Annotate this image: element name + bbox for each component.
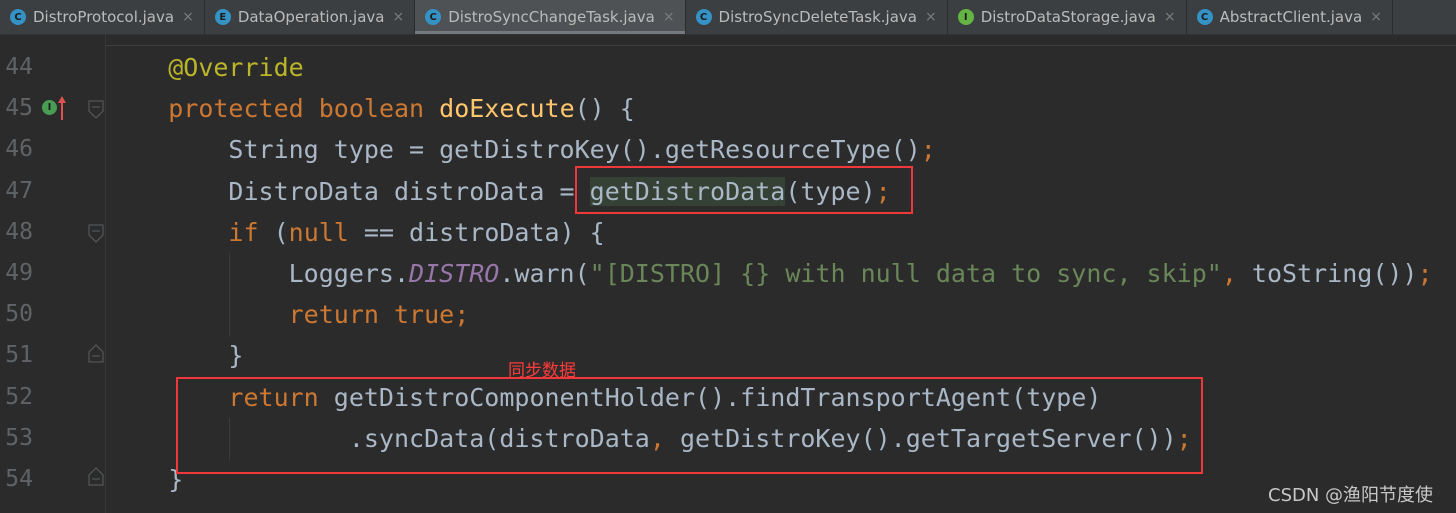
fold-icon[interactable] xyxy=(88,343,104,363)
enum-icon: E xyxy=(214,9,231,25)
code-token: protected xyxy=(168,94,319,124)
line-number: 44 xyxy=(5,54,33,80)
interface-icon: I xyxy=(957,9,974,25)
code-text: String type = getDistroKey().getResource… xyxy=(108,129,936,170)
close-tab-icon[interactable]: × xyxy=(663,9,675,25)
highlight-box-get-distro-data xyxy=(575,166,913,214)
code-text: } xyxy=(108,459,183,500)
code-line[interactable]: 48 if (null == distroData) { xyxy=(0,212,1456,253)
watermark: CSDN @渔阳节度使 xyxy=(1268,485,1434,506)
fold-icon[interactable] xyxy=(88,466,104,486)
tab-abstractclient[interactable]: C AbstractClient.java × xyxy=(1187,0,1393,34)
code-text: Loggers.DISTRO.warn("[DISTRO] {} with nu… xyxy=(108,253,1433,294)
code-token: ( xyxy=(273,217,289,247)
tab-label: DataOperation.java xyxy=(237,8,385,26)
fold-icon[interactable] xyxy=(88,224,104,243)
line-number: 49 xyxy=(5,260,33,286)
tab-distroprotocol[interactable]: C DistroProtocol.java × xyxy=(0,0,205,34)
highlight-box-sync-data xyxy=(176,377,1203,474)
close-tab-icon[interactable]: × xyxy=(392,9,404,25)
tab-distrosyncchangetask[interactable]: C DistroSyncChangeTask.java × xyxy=(415,0,686,34)
code-token: "[DISTRO] {} with null data to sync, ski… xyxy=(589,259,1222,288)
code-text: } xyxy=(108,335,243,376)
line-number: 54 xyxy=(5,466,33,492)
code-token: } xyxy=(108,465,184,494)
code-text: if (null == distroData) { xyxy=(108,212,605,253)
code-token: ; xyxy=(920,135,936,165)
fold-icon[interactable] xyxy=(88,100,104,119)
tab-label: AbstractClient.java xyxy=(1219,8,1363,26)
code-token: DISTRO xyxy=(409,259,500,288)
tab-distrosyncdeletetask[interactable]: C DistroSyncDeleteTask.java × xyxy=(686,0,948,34)
code-token: ; xyxy=(1417,259,1433,288)
tab-label: DistroProtocol.java xyxy=(33,8,175,26)
code-token: doExecute xyxy=(439,94,575,124)
line-number: 46 xyxy=(5,136,33,163)
code-line[interactable]: 50 return true; xyxy=(0,294,1456,335)
code-token: .warn( xyxy=(499,259,590,288)
close-tab-icon[interactable]: × xyxy=(182,9,194,25)
code-token: DistroData distroData = xyxy=(108,176,590,206)
tab-dataoperation[interactable]: E DataOperation.java × xyxy=(205,0,416,34)
class-icon: C xyxy=(425,9,442,25)
line-number: 48 xyxy=(5,218,33,245)
line-number: 51 xyxy=(5,342,33,369)
line-number: 47 xyxy=(5,177,33,204)
close-tab-icon[interactable]: × xyxy=(925,9,937,25)
code-token: return true; xyxy=(288,300,470,330)
code-line[interactable]: 44 @Override xyxy=(0,47,1456,88)
abstract-class-icon: C xyxy=(1196,9,1213,25)
code-token: , xyxy=(1221,259,1252,288)
line-number: 50 xyxy=(5,301,33,328)
code-token: Loggers. xyxy=(108,259,410,288)
code-token: == distroData) { xyxy=(363,217,605,247)
code-token: toString()) xyxy=(1251,259,1418,288)
code-line[interactable]: 51 } xyxy=(0,335,1456,376)
implements-method-icon[interactable]: I xyxy=(42,100,57,115)
class-icon: C xyxy=(10,9,26,25)
tab-label: DistroSyncChangeTask.java xyxy=(448,8,655,26)
code-line[interactable]: 45 protected boolean doExecute() { xyxy=(0,88,1456,129)
close-tab-icon[interactable]: × xyxy=(1164,9,1176,25)
code-text: return true; xyxy=(108,294,470,335)
code-text: protected boolean doExecute() { xyxy=(108,88,635,129)
code-token: String type = getDistroKey().getResource… xyxy=(108,135,921,165)
code-line[interactable]: 46 String type = getDistroKey().getResou… xyxy=(0,129,1456,170)
method-separator xyxy=(106,45,1456,46)
editor-tab-bar: C DistroProtocol.java × E DataOperation.java… xyxy=(0,0,1456,35)
class-icon: C xyxy=(695,9,712,25)
line-number: 52 xyxy=(5,383,33,410)
code-line[interactable]: 49 Loggers.DISTRO.warn("[DISTRO] {} with… xyxy=(0,253,1456,294)
overrides-arrow-icon[interactable] xyxy=(58,96,66,120)
line-number: 53 xyxy=(5,424,33,451)
annotation-note: 同步数据 xyxy=(508,361,576,381)
line-number: 45 xyxy=(5,95,33,122)
code-token: null xyxy=(288,217,364,247)
tab-distrodatastorage[interactable]: I DistroDataStorage.java × xyxy=(948,0,1187,34)
code-token: () { xyxy=(574,94,635,124)
tab-label: DistroSyncDeleteTask.java xyxy=(718,8,917,26)
code-token: boolean xyxy=(318,94,440,124)
indent-guide xyxy=(229,253,230,337)
tab-label: DistroDataStorage.java xyxy=(980,8,1156,26)
close-tab-icon[interactable]: × xyxy=(1370,9,1382,25)
code-text: @Override xyxy=(108,47,304,88)
code-token: if xyxy=(228,217,274,247)
code-token: } xyxy=(108,341,244,371)
code-token: @Override xyxy=(168,53,304,82)
